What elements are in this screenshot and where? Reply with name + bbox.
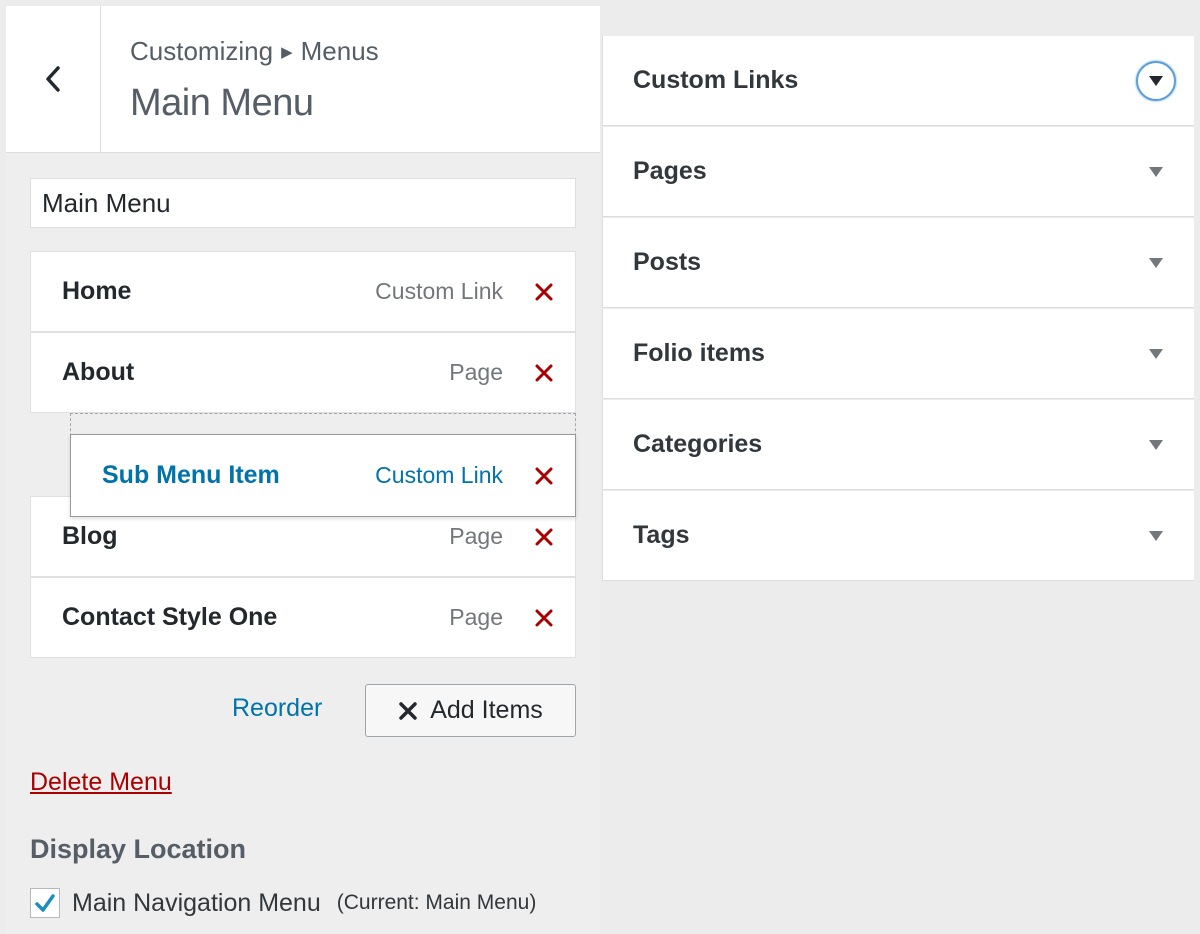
section-tags[interactable]: Tags [602,491,1194,581]
menu-item-sub-menu-item[interactable]: Sub Menu Item Custom Link [70,434,576,517]
close-icon[interactable] [529,461,559,491]
location-current: (Current: Main Menu) [336,891,537,914]
caret-down-icon[interactable] [1136,516,1176,556]
menu-editor-panel: Customizing ▶ Menus Main Menu Home Custo… [6,6,600,934]
close-icon [399,701,417,720]
add-items-label: Add Items [430,696,543,724]
caret-right-icon: ▶ [281,43,293,61]
reorder-link[interactable]: Reorder [232,694,322,723]
breadcrumb-current: Menus [300,36,379,66]
display-location-heading: Display Location [30,834,247,864]
section-custom-links[interactable]: Custom Links [602,36,1194,126]
breadcrumb: Customizing ▶ Menus [130,36,379,67]
section-label: Tags [633,521,690,549]
menu-item-type: Custom Link [375,462,503,488]
location-label: Main Navigation Menu [72,888,321,917]
menu-item-type: Page [449,359,503,385]
menu-item-type: Custom Link [375,278,503,304]
location-checkbox[interactable] [30,888,60,918]
close-icon[interactable] [529,603,559,633]
close-icon[interactable] [529,522,559,552]
breadcrumb-parent: Customizing [130,36,274,66]
section-categories[interactable]: Categories [602,400,1194,490]
delete-menu-link[interactable]: Delete Menu [30,768,172,797]
section-label: Folio items [633,339,765,367]
caret-down-icon[interactable] [1136,152,1176,192]
close-icon[interactable] [529,277,559,307]
caret-down-icon[interactable] [1136,243,1176,283]
page-title: Main Menu [130,82,314,124]
chevron-left-icon [46,66,60,92]
section-label: Posts [633,248,702,276]
section-posts[interactable]: Posts [602,218,1194,308]
caret-down-icon[interactable] [1136,60,1176,101]
menu-name-input[interactable] [30,178,576,228]
caret-down-icon[interactable] [1136,425,1176,465]
location-option: Main Navigation Menu (Current: Main Menu… [30,888,536,918]
section-label: Pages [633,157,707,185]
available-items-panel: Custom Links Pages Posts Folio items Cat… [602,36,1194,934]
add-items-button[interactable]: Add Items [365,684,576,737]
section-folio-items[interactable]: Folio items [602,309,1194,399]
menu-item-title: Contact Style One [62,603,278,631]
menu-item-title: Blog [62,522,118,550]
menu-item-home[interactable]: Home Custom Link [30,251,576,332]
menu-item-type: Page [449,604,503,630]
menu-item-contact-style-one[interactable]: Contact Style One Page [30,577,576,658]
section-pages[interactable]: Pages [602,127,1194,217]
menu-item-title: Home [62,277,132,305]
menu-item-title: About [62,358,135,386]
caret-down-icon[interactable] [1136,334,1176,374]
section-label: Custom Links [633,66,799,94]
menu-item-about[interactable]: About Page [30,332,576,413]
close-icon[interactable] [529,358,559,388]
section-label: Categories [633,430,763,458]
checkmark-icon [35,894,55,912]
menu-item-type: Page [449,523,503,549]
back-button[interactable] [6,6,101,152]
menu-item-title: Sub Menu Item [102,461,280,489]
panel-header: Customizing ▶ Menus Main Menu [6,6,600,153]
